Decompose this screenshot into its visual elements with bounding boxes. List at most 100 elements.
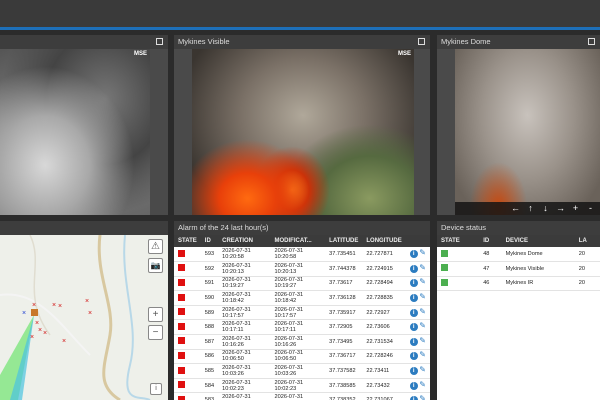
edit-icon[interactable]: ✎	[419, 277, 426, 286]
alarm-id: 585	[200, 363, 219, 379]
info-icon[interactable]: i	[409, 279, 418, 288]
edit-icon[interactable]: ✎	[419, 321, 426, 330]
alarm-id: 591	[200, 276, 219, 292]
table-row[interactable]: 592 2026-07-31 10:20:13 2026-07-31 10:20:1…	[174, 261, 430, 277]
visible-camera-title: Mykines Visible	[178, 37, 230, 46]
alarm-table: STATE ID CREATION MODIFICAT... LATITUDE …	[174, 235, 430, 400]
zoom-out-button[interactable]: −	[148, 325, 163, 340]
camera-layer-button[interactable]: 📷	[148, 258, 163, 273]
svg-text:×: ×	[32, 302, 36, 309]
alarm-id: 586	[200, 349, 219, 365]
table-row[interactable]: 586 2026-07-31 10:06:50 2026-07-31 10:06:5…	[174, 349, 430, 365]
device-table-body: 48 Mykines Dome 20 47 Mykines Visible 20 46 Myk…	[437, 247, 600, 292]
info-icon[interactable]: i	[409, 396, 418, 400]
map-panel: × × × × × × × × × × × ⚠ 📷 + − i	[0, 221, 168, 400]
table-row[interactable]: 46 Mykines IR 20	[437, 276, 600, 292]
device-last: 20	[574, 261, 600, 277]
column-id[interactable]: ID	[479, 235, 502, 247]
table-row[interactable]: 584 2026-07-31 10:02:23 2026-07-31 10:02:2…	[174, 378, 430, 394]
edit-icon[interactable]: ✎	[419, 248, 426, 257]
info-icon[interactable]: i	[409, 308, 418, 317]
pan-right-button[interactable]: →	[553, 202, 568, 215]
column-device[interactable]: DEVICE	[501, 235, 575, 247]
alarm-modified: 2026-07-31 10:19:27	[270, 276, 326, 292]
alarm-longitude: 22.73411	[362, 363, 406, 379]
edit-icon[interactable]: ✎	[419, 263, 426, 272]
column-id[interactable]: ID	[200, 235, 219, 247]
alarm-state-indicator	[178, 308, 185, 316]
table-row[interactable]: 5832026-07-31 09:45:082026-07-31 09:45:0…	[174, 392, 430, 400]
alarm-modified: 2026-07-31 10:03:26	[270, 363, 326, 379]
alarm-modified: 2026-07-31 10:06:50	[270, 349, 326, 365]
map-view[interactable]: × × × × × × × × × × × ⚠ 📷 + − i	[0, 235, 168, 400]
visible-camera-feed[interactable]: MSE	[192, 49, 414, 215]
expand-icon[interactable]	[156, 38, 163, 45]
edit-icon[interactable]: ✎	[419, 394, 426, 400]
alarm-longitude: 22.724915	[362, 261, 406, 277]
table-row[interactable]: 590 2026-07-31 10:18:42 2026-07-31 10:18:4…	[174, 290, 430, 306]
column-state[interactable]: STATE	[174, 235, 201, 247]
table-row[interactable]: 48 Mykines Dome 20	[437, 247, 600, 263]
column-last[interactable]: LA	[574, 235, 600, 247]
edit-icon[interactable]: ✎	[419, 365, 426, 374]
info-icon[interactable]: i	[409, 352, 418, 361]
table-row[interactable]: 591 2026-07-31 10:19:27 2026-07-31 10:19:2…	[174, 276, 430, 292]
table-row[interactable]: 589 2026-07-31 10:17:57 2026-07-31 10:17:5…	[174, 305, 430, 321]
alarm-longitude: 22.72927	[362, 305, 406, 321]
edit-icon[interactable]: ✎	[419, 307, 426, 316]
tilt-down-button[interactable]: ↓	[538, 202, 553, 215]
device-table-header: STATE ID DEVICE LA	[437, 235, 600, 247]
edit-icon[interactable]: ✎	[419, 380, 426, 389]
alarm-state-indicator	[178, 278, 185, 286]
alarm-longitude: 22.73432	[362, 378, 406, 394]
dome-camera-panel: Mykines Dome ← ↑ ↓ → + -	[437, 35, 600, 215]
column-latitude[interactable]: LATITUDE	[325, 235, 363, 247]
expand-icon[interactable]	[418, 38, 425, 45]
dome-camera-feed[interactable]: ← ↑ ↓ → + -	[455, 49, 600, 215]
device-status-title: Device status	[441, 223, 487, 232]
column-modification[interactable]: MODIFICAT...	[270, 235, 326, 247]
alarm-creation: 2026-07-31 10:02:23	[218, 378, 271, 394]
alarm-latitude: 37.73495	[325, 334, 363, 350]
visible-camera-header: Mykines Visible	[174, 35, 430, 49]
alarm-creation: 2026-07-31 10:17:57	[218, 305, 271, 321]
alarm-longitude: 22.73606	[362, 319, 406, 336]
column-state[interactable]: STATE	[437, 235, 480, 247]
edit-icon[interactable]: ✎	[419, 350, 426, 359]
alarm-id: 590	[200, 290, 219, 306]
alarm-id: 587	[200, 334, 219, 350]
info-icon[interactable]: i	[409, 294, 418, 303]
device-id: 47	[479, 261, 502, 277]
expand-icon[interactable]	[588, 38, 595, 45]
device-table: STATE ID DEVICE LA 48 Mykines Dome 20 47 Myk…	[437, 235, 600, 292]
alarm-modified: 2026-07-31 10:02:23	[270, 378, 326, 394]
ptz-controls: ← ↑ ↓ → + -	[455, 202, 600, 215]
table-row[interactable]: 593 2026-07-31 10:20:58 2026-07-31 10:20:5…	[174, 247, 430, 263]
device-status-panel: Device status STATE ID DEVICE LA 48 Mykin…	[437, 221, 600, 400]
top-accent-line	[0, 27, 600, 30]
zoom-in-button[interactable]: +	[568, 202, 583, 215]
ir-camera-feed[interactable]: MSE	[0, 49, 150, 215]
info-icon[interactable]: i	[409, 264, 418, 273]
dome-camera-header: Mykines Dome	[437, 35, 600, 49]
tilt-up-button[interactable]: ↑	[523, 202, 538, 215]
info-icon[interactable]: i	[409, 381, 418, 390]
info-icon[interactable]: i	[409, 367, 418, 376]
table-row[interactable]: 585 2026-07-31 10:03:26 2026-07-31 10:03:2…	[174, 363, 430, 379]
column-creation[interactable]: CREATION	[218, 235, 271, 247]
alarm-creation: 2026-07-31 09:45:08	[218, 392, 271, 400]
table-row[interactable]: 587 2026-07-31 10:16:26 2026-07-31 10:16:2…	[174, 334, 430, 350]
info-icon[interactable]: i	[409, 337, 418, 346]
info-icon[interactable]: i	[409, 323, 418, 332]
table-row[interactable]: 47 Mykines Visible 20	[437, 261, 600, 277]
column-longitude[interactable]: LONGITUDE	[362, 235, 406, 247]
pan-left-button[interactable]: ←	[508, 202, 523, 215]
zoom-in-button[interactable]: +	[148, 307, 163, 322]
info-icon[interactable]: i	[409, 250, 418, 259]
table-row[interactable]: 588 2026-07-31 10:17:11 2026-07-31 10:17:1…	[174, 319, 430, 336]
edit-icon[interactable]: ✎	[419, 336, 426, 345]
zoom-out-button[interactable]: -	[583, 202, 598, 215]
alert-layer-button[interactable]: ⚠	[148, 239, 163, 254]
edit-icon[interactable]: ✎	[419, 292, 426, 301]
map-info-button[interactable]: i	[150, 383, 162, 395]
